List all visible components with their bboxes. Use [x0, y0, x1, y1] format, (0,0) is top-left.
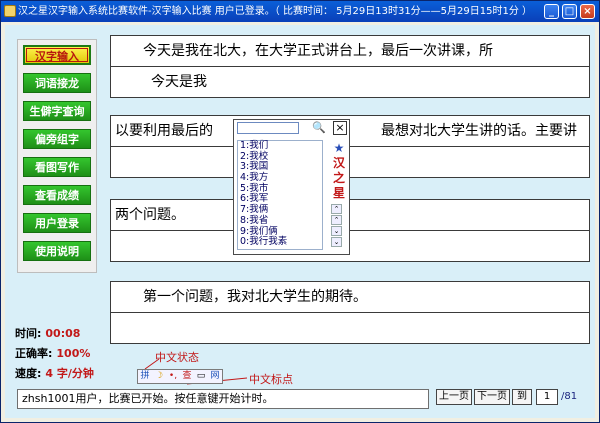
page-number-input[interactable]: 1	[536, 389, 558, 405]
page-total: /81	[561, 391, 578, 402]
typing-line: 今天是我在北大，在大学正式讲台上，最后一次讲课，所 今天是我	[110, 35, 590, 98]
title-bar: 汉之星汉字输入系统比赛软件-汉字输入比赛 用户已登录。（ 比赛时间： 5月29日…	[1, 1, 599, 22]
minimize-button[interactable]: _	[544, 4, 559, 19]
app-icon	[4, 5, 16, 17]
window-title: 汉之星汉字输入系统比赛软件-汉字输入比赛 用户已登录。（ 比赛时间： 5月29日…	[18, 6, 533, 17]
page-down-icon[interactable]: ⌄	[331, 237, 342, 247]
source-text: 两个问题。	[115, 207, 185, 223]
ime-candidate[interactable]: 8:我省	[238, 215, 322, 227]
search-icon[interactable]: 🔍	[312, 121, 326, 135]
close-button[interactable]: ×	[580, 4, 595, 19]
scroll-down-icon[interactable]: ⌄	[331, 226, 342, 236]
source-text: 今天是我在北大，在大学正式讲台上，最后一次讲课，所	[115, 43, 493, 59]
fullwidth-icon[interactable]: ☽	[152, 370, 166, 383]
next-page-button[interactable]: 下一页	[474, 389, 510, 405]
input-field[interactable]: 今天是我	[111, 67, 589, 97]
sidebar-item-view-scores[interactable]: 查看成绩	[23, 185, 91, 205]
ime-candidate-window: 🔍 × 1:我们 2:我校 3:我国 4:我方 5:我市 6:我军 7:我俩 8…	[233, 119, 350, 255]
sidebar-item-user-login[interactable]: 用户登录	[23, 213, 91, 233]
client-area: 汉字输入 词语接龙 生僻字查询 偏旁组字 看图写作 查看成绩 用户登录 使用说明…	[5, 25, 595, 418]
sidebar-item-chinese-input[interactable]: 汉字输入	[23, 45, 91, 65]
sidebar-item-rare-char-lookup[interactable]: 生僻字查询	[23, 101, 91, 121]
typing-line: 两个问题。	[110, 199, 590, 262]
punctuation-icon[interactable]: •,	[166, 370, 180, 383]
accuracy-stat: 正确率: 100%	[15, 347, 91, 360]
stats-panel: 时间: 00:08 正确率: 100% 速度: 4 字/分钟	[15, 324, 94, 384]
maximize-button[interactable]: □	[562, 4, 577, 19]
status-bar: zhsh1001用户，比赛已开始。按任意键开始计时。	[17, 389, 429, 409]
page-up-icon[interactable]: ⌃	[331, 204, 342, 214]
speed-stat: 速度: 4 字/分钟	[15, 367, 94, 380]
input-field[interactable]	[111, 231, 589, 261]
ime-page-scroll: ⌃ ⌃ ⌄ ⌄	[331, 204, 342, 250]
ime-composition-input[interactable]	[237, 122, 299, 134]
time-stat: 时间: 00:08	[15, 327, 81, 340]
input-field[interactable]	[111, 147, 589, 177]
sidebar-item-word-chain[interactable]: 词语接龙	[23, 73, 91, 93]
prev-page-button[interactable]: 上一页	[436, 389, 472, 405]
accuracy-value: 100%	[56, 347, 91, 360]
keyboard-icon[interactable]: ▭	[194, 370, 208, 383]
app-window: 汉之星汉字输入系统比赛软件-汉字输入比赛 用户已登录。（ 比赛时间： 5月29日…	[0, 0, 600, 423]
speed-value: 4 字/分钟	[45, 367, 94, 380]
sidebar-item-radical-compose[interactable]: 偏旁组字	[23, 129, 91, 149]
star-icon: ★	[333, 141, 345, 155]
lookup-icon[interactable]: 查	[180, 370, 194, 383]
sidebar: 汉字输入 词语接龙 生僻字查询 偏旁组字 看图写作 查看成绩 用户登录 使用说明	[17, 39, 97, 273]
scroll-up-icon[interactable]: ⌃	[331, 215, 342, 225]
web-icon[interactable]: 网	[208, 370, 222, 383]
ime-logo-text: 汉之星	[332, 156, 345, 200]
input-field[interactable]	[111, 313, 589, 343]
annotation-cn-state: 中文状态	[155, 351, 199, 364]
ime-close-button[interactable]: ×	[333, 121, 347, 135]
ime-candidate-list: 1:我们 2:我校 3:我国 4:我方 5:我市 6:我军 7:我俩 8:我省 …	[237, 140, 323, 250]
typing-line: 以要利用最后的 最想对北大学生讲的话。主要讲	[110, 115, 590, 178]
sidebar-item-picture-writing[interactable]: 看图写作	[23, 157, 91, 177]
goto-page-button[interactable]: 到	[512, 389, 532, 405]
source-text: 以要利用最后的 最想对北大学生讲的话。主要讲	[115, 123, 577, 139]
input-mode-icon[interactable]: 拼	[138, 370, 152, 383]
source-text: 第一个问题，我对北大学生的期待。	[115, 289, 367, 305]
sidebar-item-help[interactable]: 使用说明	[23, 241, 91, 261]
ime-logo: ★ 汉之星	[329, 140, 349, 204]
typing-line: 第一个问题，我对北大学生的期待。	[110, 281, 590, 344]
annotation-cn-punct: 中文标点	[249, 373, 293, 386]
ime-status-bar: 拼 ☽ •, 查 ▭ 网	[137, 369, 223, 384]
time-value: 00:08	[45, 327, 81, 340]
ime-candidate[interactable]: 0:我行我素	[238, 236, 322, 248]
typing-area: 今天是我在北大，在大学正式讲台上，最后一次讲课，所 今天是我 以要利用最后的 最…	[110, 35, 590, 347]
